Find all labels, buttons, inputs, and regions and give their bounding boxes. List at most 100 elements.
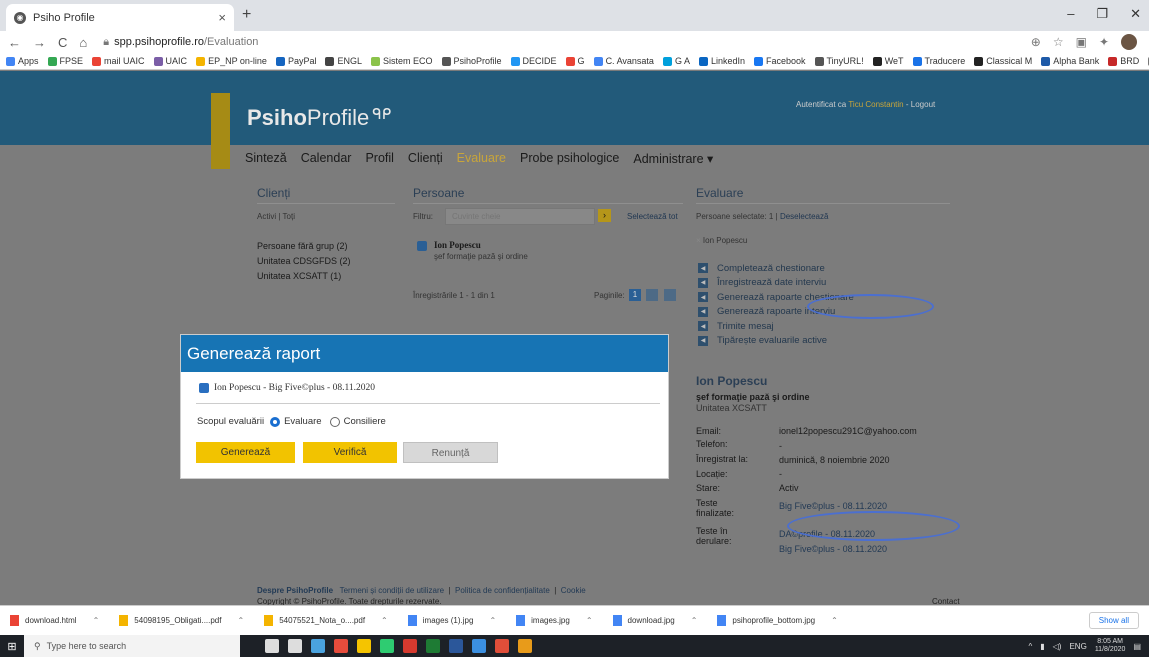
tray-chevron-icon[interactable]: ^ — [1028, 642, 1032, 651]
bookmark-item[interactable]: Facebook — [753, 56, 806, 66]
site-logo[interactable]: PsihoProfile ᑫᑭ — [247, 105, 391, 131]
zoom-icon[interactable]: ⊕ — [1031, 35, 1041, 49]
filter-all-link[interactable]: Toți — [283, 212, 295, 221]
chevron-up-icon[interactable]: ⌃ — [237, 616, 244, 625]
next-page-icon[interactable] — [664, 289, 676, 301]
bookmark-item[interactable]: Sistem ECO — [370, 56, 433, 66]
running-test-link[interactable]: Big Five©plus - 08.11.2020 — [779, 544, 887, 554]
radio-consiliere[interactable] — [329, 416, 340, 427]
taskbar-app-icon[interactable] — [357, 639, 371, 653]
close-window-button[interactable]: ✕ — [1130, 6, 1141, 22]
bookmark-item[interactable]: PayPal — [275, 56, 316, 66]
group-item[interactable]: Unitatea CDSGFDS (2) — [257, 256, 351, 266]
chevron-up-icon[interactable]: ⌃ — [586, 616, 593, 625]
group-item[interactable]: Unitatea XCSATT (1) — [257, 271, 341, 281]
footer-privacy-link[interactable]: Politica de confidențialitate — [455, 586, 550, 595]
nav-evaluare[interactable]: Evaluare — [457, 151, 506, 166]
footer-contact-link[interactable]: Contact — [932, 597, 960, 605]
puzzle-icon[interactable]: ✦ — [1099, 35, 1109, 49]
download-item[interactable]: 54075521_Nota_o....pdf ⌃ — [254, 615, 398, 626]
remove-person-icon[interactable]: × — [696, 236, 701, 245]
show-all-button[interactable]: Show all — [1088, 612, 1139, 629]
bookmark-item[interactable]: Apps — [6, 56, 39, 66]
bookmark-item[interactable]: Alpha Bank — [1041, 56, 1099, 66]
bookmark-item[interactable]: WeT — [872, 56, 904, 66]
bookmark-item[interactable]: LinkedIn — [698, 56, 745, 66]
notifications-icon[interactable]: ▤ — [1133, 642, 1141, 651]
bookmark-item[interactable]: PsihoProfile — [441, 56, 502, 66]
reload-button[interactable]: C — [58, 35, 67, 50]
bookmark-item[interactable]: TinyURL! — [814, 56, 864, 66]
chevron-up-icon[interactable]: ⌃ — [691, 616, 698, 625]
bookmark-item[interactable]: Traducere — [912, 56, 965, 66]
action-complete-questionnaires[interactable]: ◀ Completează chestionare — [698, 261, 854, 276]
taskbar-app-icon[interactable] — [472, 639, 486, 653]
radio-evaluare[interactable] — [270, 416, 281, 427]
tab-close-icon[interactable]: × — [218, 10, 226, 25]
bookmark-item[interactable]: BRD — [1108, 56, 1139, 66]
chevron-up-icon[interactable]: ⌃ — [381, 616, 388, 625]
star-icon[interactable]: ☆ — [1053, 35, 1064, 49]
bookmark-item[interactable]: ENGL — [325, 56, 362, 66]
footer-cookie-link[interactable]: Cookie — [561, 586, 586, 595]
action-record-interview[interactable]: ◀ Înregistrează date interviu — [698, 276, 854, 291]
language-indicator[interactable]: ENG — [1069, 642, 1086, 651]
taskbar-search[interactable]: ⚲ Type here to search — [24, 635, 240, 657]
footer-about-link[interactable]: Despre PsihoProfile — [257, 586, 333, 595]
chevron-up-icon[interactable]: ⌃ — [93, 616, 100, 625]
generate-button[interactable]: Generează — [196, 442, 295, 463]
download-item[interactable]: download.jpg ⌃ — [603, 615, 708, 626]
windows-start-icon[interactable]: ⊞ — [0, 640, 24, 653]
home-button[interactable]: ⌂ — [79, 35, 87, 50]
bookmark-item[interactable]: DECIDE — [510, 56, 557, 66]
profile-avatar[interactable] — [1121, 34, 1137, 50]
bookmark-item[interactable]: C. Avansata — [593, 56, 654, 66]
download-item[interactable]: psihoprofile_bottom.jpg ⌃ — [707, 615, 847, 626]
deselect-link[interactable]: Deselectează — [780, 212, 828, 221]
nav-sinteza[interactable]: Sinteză — [245, 151, 287, 166]
browser-tab[interactable]: ◉ Psiho Profile × — [6, 4, 234, 31]
nav-probe-psihologice[interactable]: Probe psihologice — [520, 151, 619, 166]
bookmark-item[interactable]: mail UAIC — [92, 56, 145, 66]
volume-icon[interactable]: ◁) — [1053, 642, 1062, 651]
new-tab-button[interactable]: + — [242, 6, 251, 24]
chevron-up-icon[interactable]: ⌃ — [831, 616, 838, 625]
filter-active-link[interactable]: Activi — [257, 212, 276, 221]
bookmark-item[interactable]: Classical M — [974, 56, 1032, 66]
nav-administrare[interactable]: Administrare ▾ — [633, 151, 713, 166]
action-print-evaluations[interactable]: ◀ Tipărește evaluarile active — [698, 334, 854, 349]
verify-button[interactable]: Verifică — [303, 442, 397, 463]
url-field[interactable]: 🔒︎ spp.psihoprofile.ro/Evaluation — [103, 36, 258, 49]
page-number[interactable]: 1 — [629, 289, 641, 301]
bookmark-item[interactable]: G — [565, 56, 585, 66]
bookmark-item[interactable]: UAIC — [153, 56, 187, 66]
taskbar-app-icon[interactable] — [449, 639, 463, 653]
finished-test-link[interactable]: Big Five©plus - 08.11.2020 — [779, 501, 887, 511]
action-send-message[interactable]: ◀ Trimite mesaj — [698, 319, 854, 334]
taskbar-app-icon[interactable] — [518, 639, 532, 653]
logout-link[interactable]: Logout — [911, 100, 935, 109]
bookmark-item[interactable]: G A — [662, 56, 690, 66]
back-button[interactable]: ← — [8, 35, 21, 50]
maximize-button[interactable]: ❐ — [1096, 6, 1108, 22]
nav-calendar[interactable]: Calendar — [301, 151, 352, 166]
extension-icon[interactable]: ▣ — [1076, 35, 1087, 49]
cancel-button[interactable]: Renunță — [403, 442, 498, 463]
filter-go-button[interactable]: › — [598, 209, 611, 222]
group-item[interactable]: Persoane fără grup (2) — [257, 241, 348, 251]
forward-button[interactable]: → — [33, 35, 46, 50]
taskbar-app-icon[interactable] — [265, 639, 279, 653]
person-name[interactable]: Ion Popescu — [434, 240, 481, 250]
footer-terms-link[interactable]: Termeni și condiții de utilizare — [340, 586, 445, 595]
taskbar-app-icon[interactable] — [380, 639, 394, 653]
taskbar-app-icon[interactable] — [495, 639, 509, 653]
prev-page-icon[interactable] — [646, 289, 658, 301]
auth-user-link[interactable]: Ticu Constantin — [848, 100, 903, 109]
taskbar-app-icon[interactable] — [426, 639, 440, 653]
taskbar-app-icon[interactable] — [311, 639, 325, 653]
download-item[interactable]: images.jpg ⌃ — [506, 615, 602, 626]
keyword-search-input[interactable] — [445, 208, 595, 225]
bookmark-item[interactable]: EP_NP on-line — [196, 56, 267, 66]
person-checkbox[interactable] — [417, 241, 427, 251]
minimize-button[interactable]: – — [1067, 6, 1074, 22]
